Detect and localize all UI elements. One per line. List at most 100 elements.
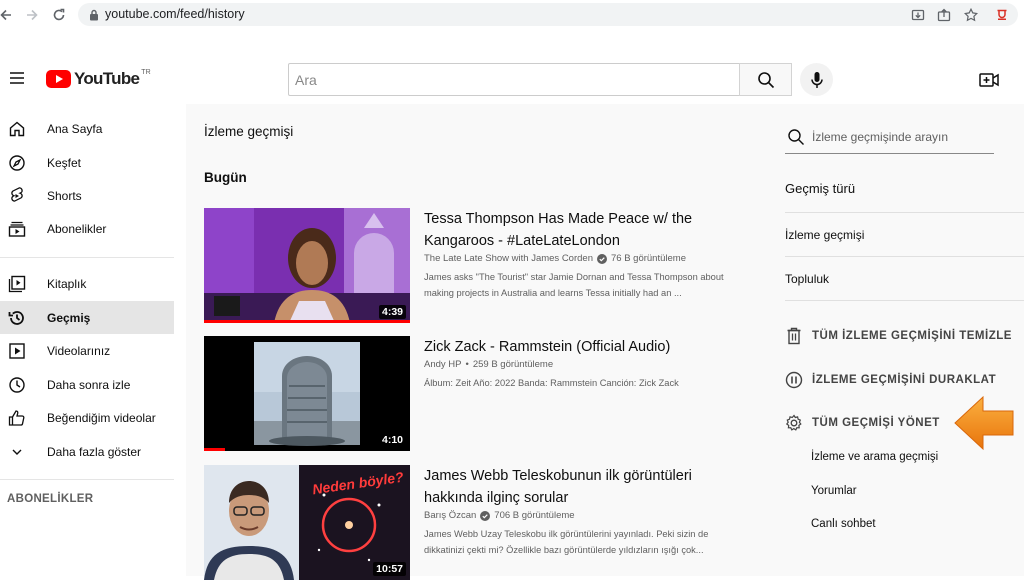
meta-separator: • xyxy=(465,359,469,370)
video-info: Zick Zack - Rammstein (Official Audio) A… xyxy=(424,336,734,391)
install-app-icon[interactable] xyxy=(910,7,925,22)
sidebar-item-library[interactable]: Kitaplık xyxy=(0,267,174,300)
channel-name[interactable]: The Late Late Show with James Corden xyxy=(424,253,593,264)
sidebar-item-label: Kitaplık xyxy=(47,276,87,291)
sidebar-item-subscriptions[interactable]: Abonelikler xyxy=(0,212,174,245)
address-bar[interactable]: youtube.com/feed/history xyxy=(78,3,1018,26)
sidebar-item-watch-later[interactable]: Daha sonra izle xyxy=(0,368,174,401)
video-meta: Andy HP • 259 B görüntüleme xyxy=(424,359,734,370)
forward-arrow-icon[interactable] xyxy=(22,5,42,25)
video-item[interactable]: 4:10 Zick Zack - Rammstein (Official Aud… xyxy=(204,336,734,451)
search-button[interactable] xyxy=(739,63,792,96)
sub-link-watch-search-history[interactable]: İzleme ve arama geçmişi xyxy=(811,451,938,463)
history-search-placeholder: İzleme geçmişinde arayın xyxy=(812,130,949,144)
share-icon[interactable] xyxy=(936,7,951,22)
gear-icon xyxy=(785,414,803,432)
thumb-up-icon xyxy=(7,408,27,428)
video-thumbnail[interactable]: 4:39 xyxy=(204,208,410,323)
youtube-header: YouTube TR Ara xyxy=(0,56,1024,104)
sidebar: Ana Sayfa Keşfet Shorts Abonelikler Kita… xyxy=(0,104,186,576)
channel-name[interactable]: Barış Özcan xyxy=(424,510,476,521)
sidebar-item-shorts[interactable]: Shorts xyxy=(0,179,174,212)
logo-text: YouTube xyxy=(74,69,140,88)
video-title[interactable]: James Webb Teleskobunun ilk görüntüleri … xyxy=(424,465,734,509)
sidebar-item-label: Ana Sayfa xyxy=(47,121,103,136)
video-meta: Barış Özcan 706 B görüntüleme xyxy=(424,510,734,521)
panel-divider xyxy=(785,212,1024,213)
back-arrow-icon[interactable] xyxy=(0,5,16,25)
page-title: İzleme geçmişi xyxy=(204,124,294,139)
sidebar-divider xyxy=(0,257,174,258)
video-info: James Webb Teleskobunun ilk görüntüleri … xyxy=(424,465,734,558)
video-duration: 10:57 xyxy=(373,562,406,576)
video-info: Tessa Thompson Has Made Peace w/ the Kan… xyxy=(424,208,734,301)
video-thumbnail[interactable]: 10:57 Neden böyle? xyxy=(204,465,410,580)
history-icon xyxy=(7,308,27,328)
extension-icon[interactable] xyxy=(994,7,1009,22)
chevron-down-icon xyxy=(7,442,27,462)
verified-check-icon xyxy=(480,510,491,521)
library-icon xyxy=(7,274,27,294)
sidebar-item-label: Videolarınız xyxy=(47,343,111,358)
create-video-icon[interactable] xyxy=(978,69,1000,91)
sidebar-item-label: Daha sonra izle xyxy=(47,377,131,392)
bookmark-star-icon[interactable] xyxy=(963,7,978,22)
video-description: Álbum: Zeit Año: 2022 Banda: Rammstein C… xyxy=(424,378,679,388)
sidebar-item-show-more[interactable]: Daha fazla göster xyxy=(0,435,174,468)
view-count: 76 B görüntüleme xyxy=(610,253,686,264)
sidebar-item-label: Geçmiş xyxy=(47,310,91,325)
sidebar-item-label: Daha fazla göster xyxy=(47,444,142,459)
youtube-logo[interactable]: YouTube TR xyxy=(46,69,151,89)
sub-link-live-chat[interactable]: Canlı sohbet xyxy=(811,518,876,530)
search-icon xyxy=(757,71,774,88)
youtube-play-icon xyxy=(46,70,71,88)
video-description: James Webb Uzay Teleskobu ilk görüntüler… xyxy=(424,529,709,555)
video-duration: 4:10 xyxy=(378,433,406,447)
sidebar-item-label: Beğendiğim videolar xyxy=(47,410,156,425)
sidebar-item-home[interactable]: Ana Sayfa xyxy=(0,112,174,145)
country-code: TR xyxy=(141,68,151,76)
sidebar-item-your-videos[interactable]: Videolarınız xyxy=(0,334,174,367)
pause-history-button[interactable]: İZLEME GEÇMİŞİNİ DURAKLAT xyxy=(785,368,996,392)
search-icon xyxy=(787,128,805,146)
menu-icon[interactable] xyxy=(8,69,28,89)
lock-icon[interactable] xyxy=(86,7,101,22)
watch-progress-bar xyxy=(204,320,410,323)
view-count: 706 B görüntüleme xyxy=(494,510,575,521)
video-description: James asks "The Tourist" star Jamie Dorn… xyxy=(424,272,724,298)
video-title[interactable]: Zick Zack - Rammstein (Official Audio) xyxy=(424,336,734,358)
sidebar-item-label: Abonelikler xyxy=(47,221,107,236)
channel-name[interactable]: Andy HP xyxy=(424,359,462,370)
sidebar-item-explore[interactable]: Keşfet xyxy=(0,146,174,179)
subscriptions-section-title: ABONELİKLER xyxy=(7,493,94,505)
url-text: youtube.com/feed/history xyxy=(105,7,245,21)
history-search-input[interactable]: İzleme geçmişinde arayın xyxy=(785,126,994,154)
history-type-community[interactable]: Topluluk xyxy=(785,272,829,286)
history-type-watch[interactable]: İzleme geçmişi xyxy=(785,228,864,242)
panel-divider xyxy=(785,300,1024,301)
video-thumbnail[interactable]: 4:10 xyxy=(204,336,410,451)
pause-circle-icon xyxy=(785,371,803,389)
sub-link-comments[interactable]: Yorumlar xyxy=(811,485,857,497)
manage-history-button[interactable]: TÜM GEÇMİŞİ YÖNET xyxy=(785,411,940,435)
clear-history-button[interactable]: TÜM İZLEME GEÇMİŞİNİ TEMİZLE xyxy=(785,324,1012,348)
your-videos-icon xyxy=(7,341,27,361)
pause-history-label: İZLEME GEÇMİŞİNİ DURAKLAT xyxy=(812,374,997,386)
home-icon xyxy=(7,119,27,139)
video-title[interactable]: Tessa Thompson Has Made Peace w/ the Kan… xyxy=(424,208,734,252)
manage-history-label: TÜM GEÇMİŞİ YÖNET xyxy=(812,417,940,429)
panel-divider xyxy=(785,256,1024,257)
video-item[interactable]: 4:39 Tessa Thompson Has Made Peace w/ th… xyxy=(204,208,734,323)
reload-icon[interactable] xyxy=(49,5,69,25)
clock-icon xyxy=(7,375,27,395)
orange-arrow-icon xyxy=(954,395,1014,451)
sidebar-item-liked-videos[interactable]: Beğendiğim videolar xyxy=(0,401,174,434)
search-input[interactable]: Ara xyxy=(288,63,740,96)
subscriptions-icon xyxy=(7,219,27,239)
mic-icon xyxy=(810,71,823,88)
video-meta: The Late Late Show with James Corden 76 … xyxy=(424,253,734,264)
video-item[interactable]: 10:57 Neden böyle? James Webb Teleskobun… xyxy=(204,465,734,580)
sidebar-item-history[interactable]: Geçmiş xyxy=(0,301,174,334)
compass-icon xyxy=(7,153,27,173)
voice-search-button[interactable] xyxy=(800,63,833,96)
